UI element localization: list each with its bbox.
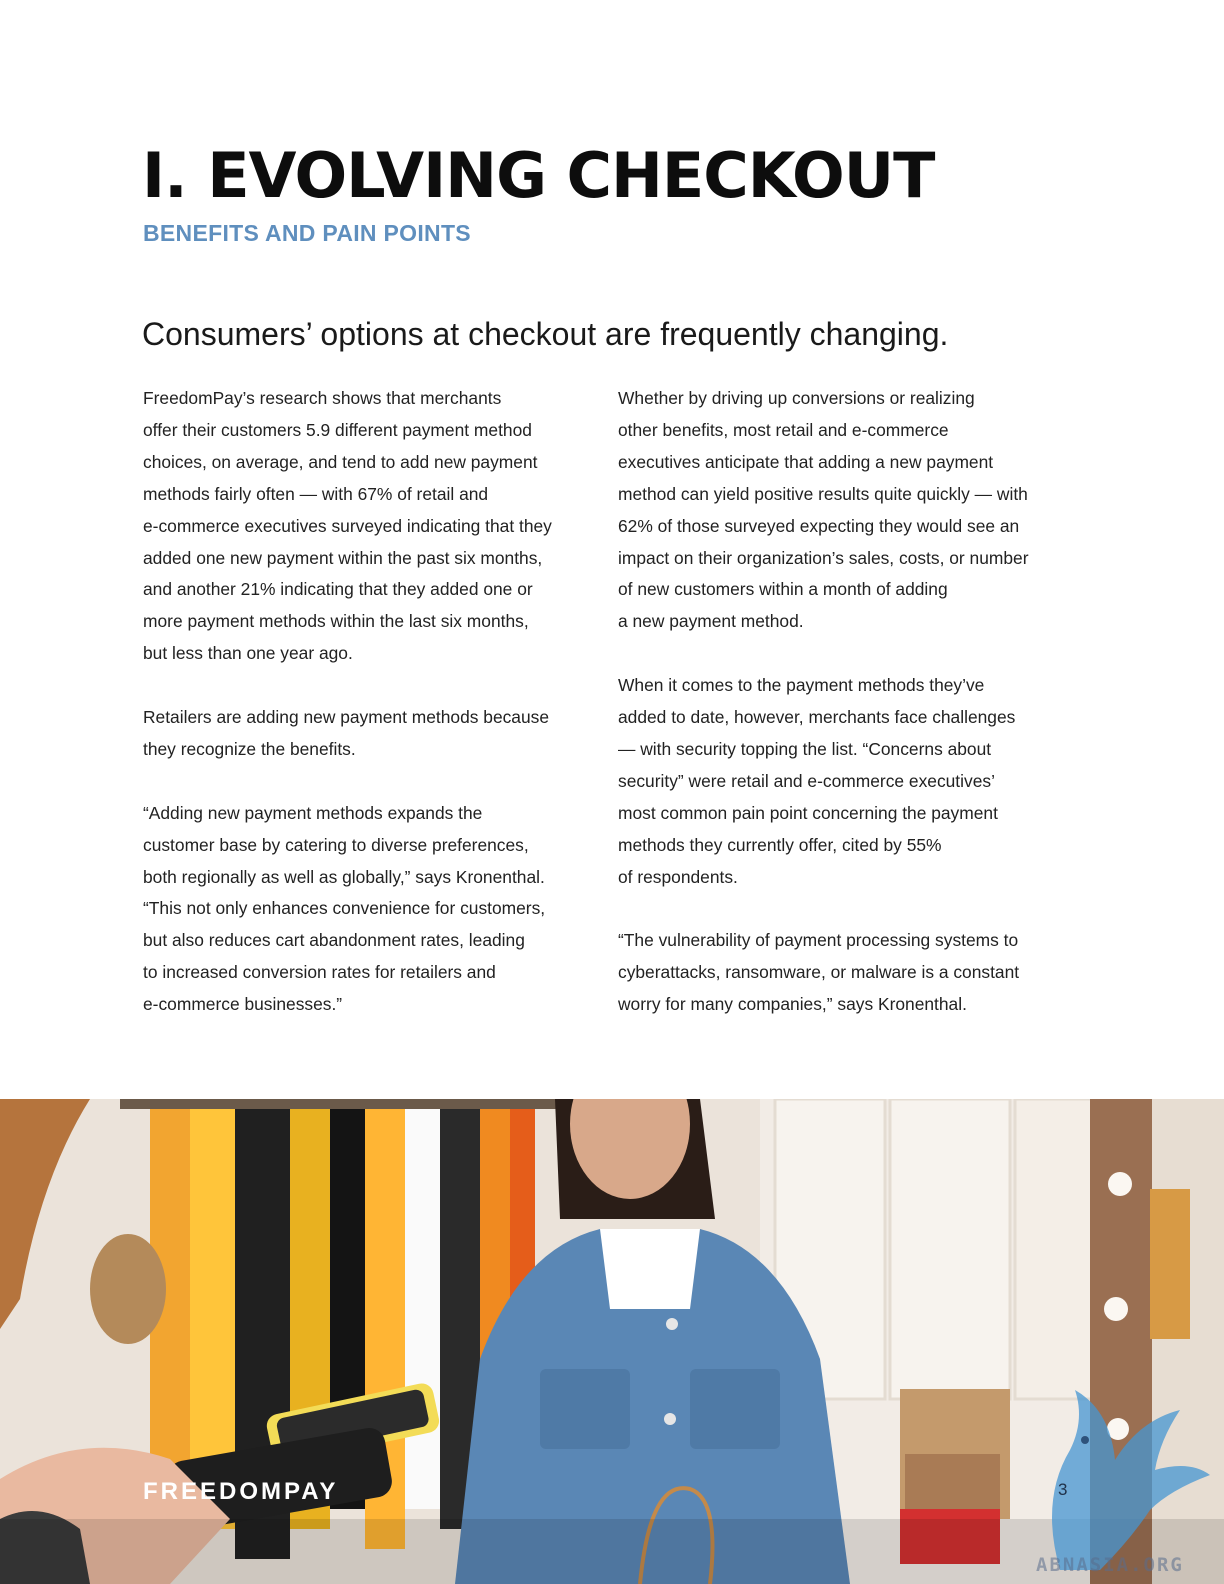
left-paragraph-3: “Adding new payment methods expands the …	[143, 802, 546, 1015]
section-subtitle: BENEFITS AND PAIN POINTS	[143, 220, 471, 246]
left-paragraph-1: FreedomPay’s research shows that merchan…	[143, 388, 552, 664]
left-text-column: FreedomPay’s research shows that merchan…	[143, 383, 613, 1021]
watermark-text: ABNASIA.ORG	[1036, 1554, 1184, 1576]
right-paragraph-3: “The vulnerability of payment processing…	[618, 930, 1020, 1015]
lead-sentence: Consumers’ options at checkout are frequ…	[142, 316, 949, 352]
left-paragraph-2: Retailers are adding new payment methods…	[143, 707, 550, 759]
page-title: I. EVOLVING CHECKOUT	[142, 139, 935, 212]
right-text-column: Whether by driving up conversions or rea…	[618, 383, 1088, 1021]
right-paragraph-2: When it comes to the payment methods the…	[618, 675, 1016, 887]
page-number: 3	[1058, 1480, 1068, 1499]
right-paragraph-1: Whether by driving up conversions or rea…	[618, 388, 1029, 632]
freedompay-logo: FREEDOMPAY	[143, 1478, 339, 1505]
